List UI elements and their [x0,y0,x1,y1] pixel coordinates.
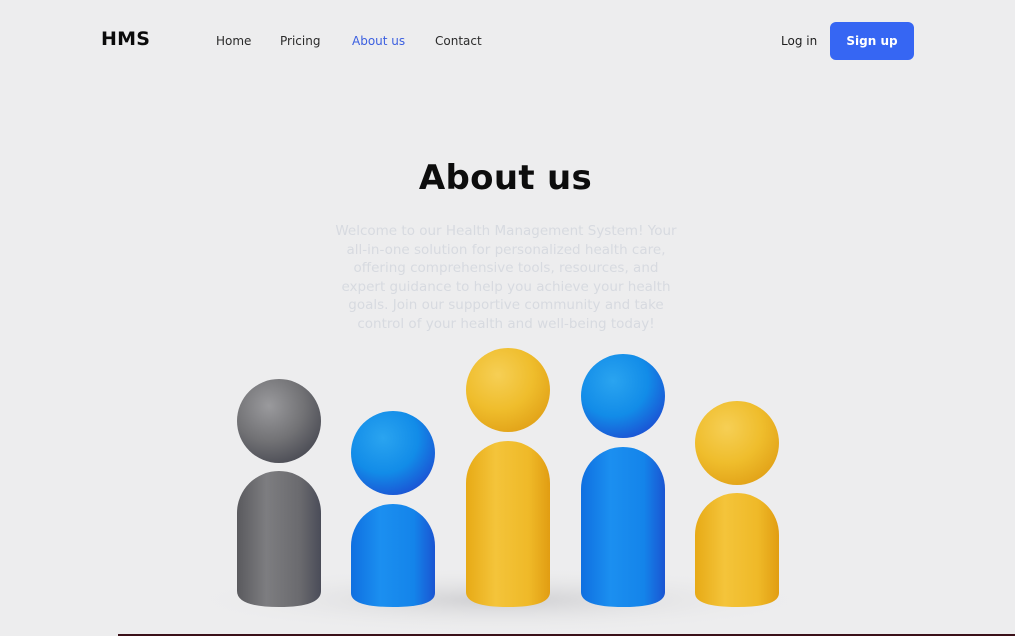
figure-yellow-person-short [695,401,779,607]
people-illustration [180,348,820,634]
figure-blue-person-tall [581,354,665,607]
figure-yellow-person-tall [466,348,550,607]
about-page: HMS Home Pricing About us Contact Log in… [0,0,1015,636]
figure-blue-person-short [351,411,435,607]
figure-gray-person [237,379,321,607]
